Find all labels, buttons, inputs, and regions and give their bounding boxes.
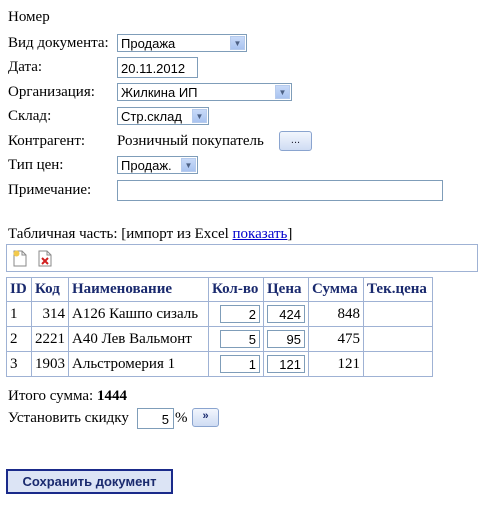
price-input[interactable]: 121 (267, 354, 305, 373)
row-current-price (363, 301, 433, 327)
date-label: Дата: (8, 59, 43, 75)
counterparty-select-button[interactable]: ... (279, 131, 312, 151)
table-toolbar (6, 244, 478, 272)
row-code: 314 (31, 301, 69, 327)
new-row-icon[interactable] (13, 250, 27, 267)
price-input[interactable]: 95 (267, 329, 305, 348)
column-header-code: Код (31, 277, 69, 302)
date-input[interactable]: 20.11.2012 (117, 57, 198, 78)
total-label: Итого сумма: (8, 388, 97, 404)
apply-discount-button[interactable]: » (192, 408, 219, 427)
table-header-row: ID Код Наименование Кол-во Цена Сумма Те… (6, 277, 433, 302)
counterparty-label: Контрагент: (8, 133, 86, 149)
show-link[interactable]: показать (233, 226, 288, 242)
row-current-price (363, 326, 433, 352)
qty-input[interactable]: 5 (220, 329, 260, 348)
column-header-current-price: Тек.цена (363, 277, 433, 302)
table-row: 3 1903 Альстромерия 1 1 121 121 (6, 351, 433, 377)
table-caption-text: Табличная часть: [импорт из Excel (8, 226, 233, 242)
note-input[interactable] (117, 180, 443, 201)
counterparty-value: Розничный покупатель (117, 133, 264, 149)
warehouse-select[interactable]: Стр.склад ▼ (117, 107, 209, 125)
row-sum: 121 (308, 351, 364, 377)
note-label: Примечание: (8, 182, 92, 198)
table-row: 2 2221 А40 Лев Вальмонт 5 95 475 (6, 326, 433, 352)
organization-value: Жилкина ИП (121, 85, 198, 100)
column-header-sum: Сумма (308, 277, 364, 302)
row-id: 3 (6, 351, 32, 377)
row-name: А126 Кашпо сизаль (68, 301, 209, 327)
price-type-label: Тип цен: (8, 157, 64, 173)
column-header-id: ID (6, 277, 32, 302)
price-type-select[interactable]: Продаж. ▼ (117, 156, 198, 174)
qty-input[interactable]: 1 (220, 354, 260, 373)
discount-input[interactable]: 5 (137, 408, 174, 429)
row-sum: 848 (308, 301, 364, 327)
price-input[interactable]: 424 (267, 304, 305, 323)
total-value: 1444 (96, 388, 127, 404)
row-name: Альстромерия 1 (68, 351, 209, 377)
organization-label: Организация: (8, 84, 95, 100)
chevron-down-icon: ▼ (230, 36, 245, 50)
doc-type-label: Вид документа: (8, 35, 109, 51)
save-document-button[interactable]: Сохранить документ (6, 469, 173, 494)
doc-type-select[interactable]: Продажа ▼ (117, 34, 247, 52)
price-type-value: Продаж. (121, 158, 172, 173)
row-sum: 475 (308, 326, 364, 352)
column-header-price: Цена (263, 277, 309, 302)
column-header-name: Наименование (68, 277, 209, 302)
row-code: 2221 (31, 326, 69, 352)
doc-type-value: Продажа (121, 36, 176, 51)
row-id: 1 (6, 301, 32, 327)
percent-sign: % (175, 410, 188, 426)
row-id: 2 (6, 326, 32, 352)
total-line: Итого сумма: 1444 (8, 388, 127, 405)
row-current-price (363, 351, 433, 377)
number-label: Номер (8, 9, 50, 25)
table-caption-end: ] (287, 226, 293, 242)
discount-label: Установить скидку (8, 410, 129, 426)
chevron-down-icon: ▼ (181, 158, 196, 172)
warehouse-label: Склад: (8, 108, 52, 124)
table-row: 1 314 А126 Кашпо сизаль 2 424 848 (6, 301, 433, 327)
warehouse-value: Стр.склад (121, 109, 182, 124)
chevron-down-icon: ▼ (275, 85, 290, 99)
qty-input[interactable]: 2 (220, 304, 260, 323)
row-code: 1903 (31, 351, 69, 377)
table-section-caption: Табличная часть: [импорт из Excel показа… (8, 226, 292, 243)
items-table: ID Код Наименование Кол-во Цена Сумма Те… (6, 277, 433, 377)
column-header-qty: Кол-во (208, 277, 264, 302)
row-name: А40 Лев Вальмонт (68, 326, 209, 352)
chevron-down-icon: ▼ (192, 109, 207, 123)
organization-select[interactable]: Жилкина ИП ▼ (117, 83, 292, 101)
delete-row-icon[interactable] (38, 250, 52, 267)
